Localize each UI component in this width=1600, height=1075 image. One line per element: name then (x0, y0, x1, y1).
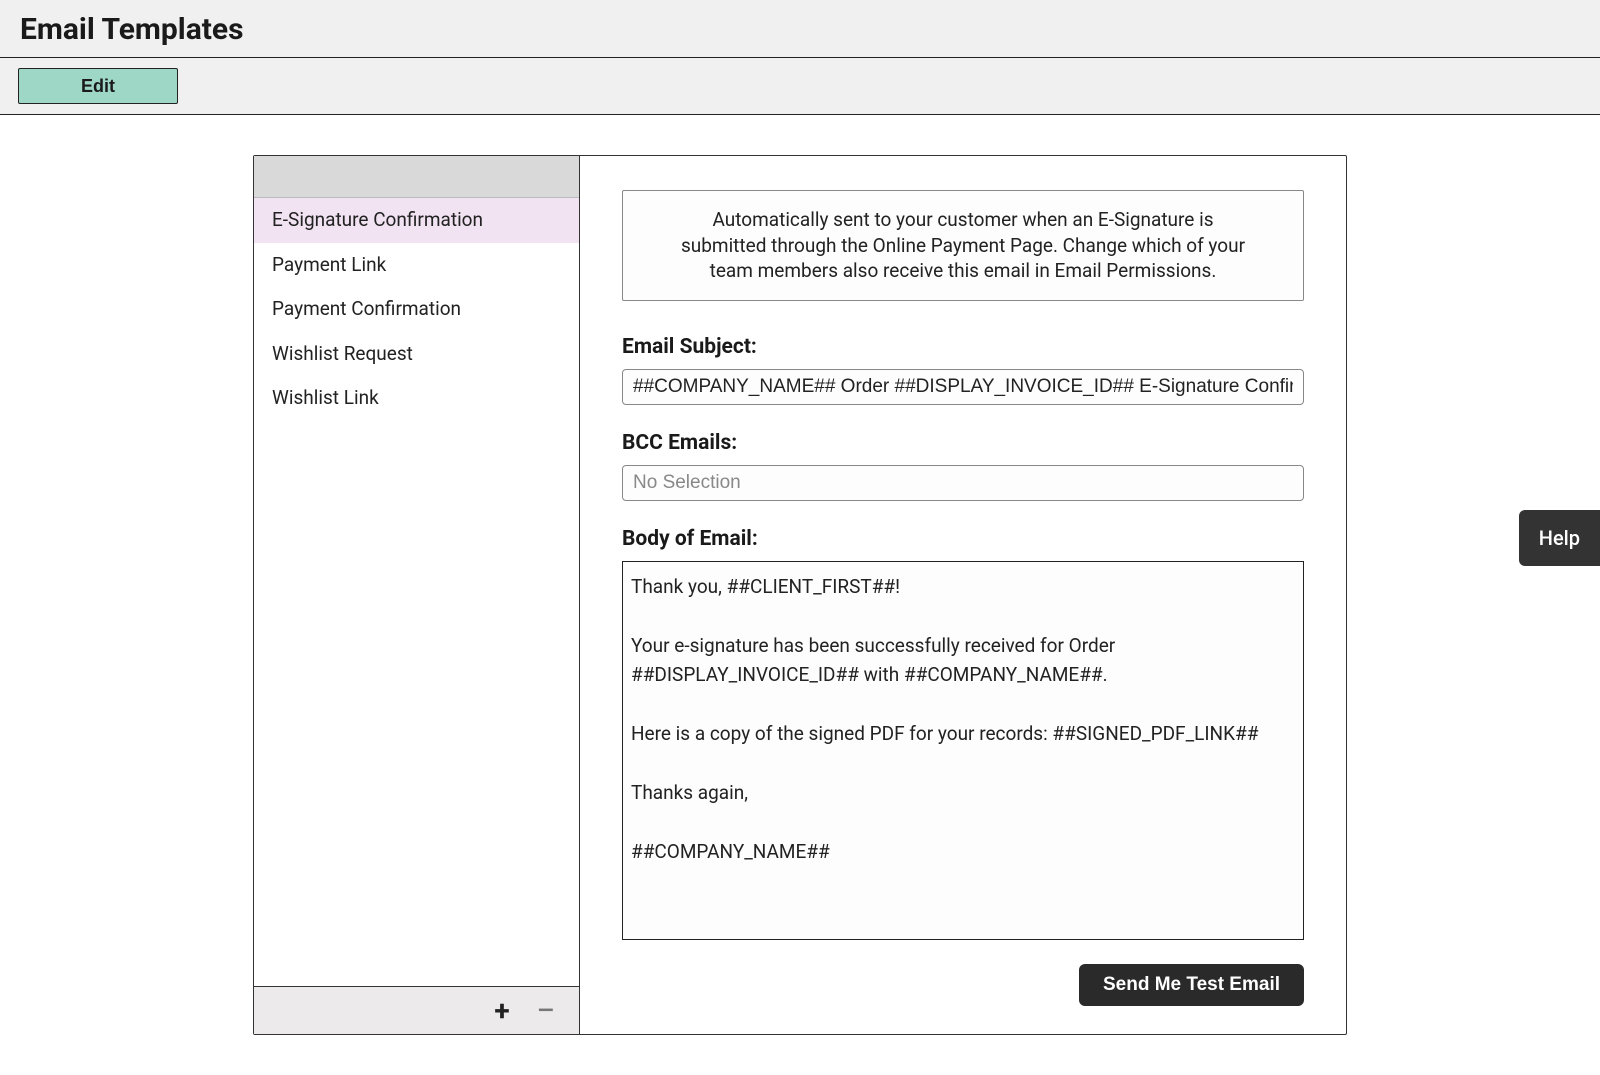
actions-row: Send Me Test Email (622, 964, 1304, 1006)
sidebar-item-0[interactable]: E-Signature Confirmation (254, 198, 579, 243)
sidebar-header-strip (254, 156, 579, 198)
bcc-label: BCC Emails: (622, 431, 1304, 455)
sidebar-item-3[interactable]: Wishlist Request (254, 332, 579, 377)
body-input[interactable] (622, 561, 1304, 940)
edit-button[interactable]: Edit (18, 68, 178, 104)
header: Email Templates (0, 0, 1600, 58)
sidebar-item-2[interactable]: Payment Confirmation (254, 287, 579, 332)
subject-input[interactable] (622, 369, 1304, 405)
sidebar-list: E-Signature ConfirmationPayment LinkPaym… (254, 198, 579, 986)
bcc-input[interactable] (622, 465, 1304, 501)
sidebar-item-4[interactable]: Wishlist Link (254, 376, 579, 421)
main: E-Signature ConfirmationPayment LinkPaym… (0, 115, 1600, 1075)
sidebar: E-Signature ConfirmationPayment LinkPaym… (254, 156, 580, 1034)
plus-icon[interactable]: + (489, 997, 515, 1025)
minus-icon[interactable]: − (533, 994, 559, 1028)
template-description: Automatically sent to your customer when… (622, 190, 1304, 301)
panel: E-Signature ConfirmationPayment LinkPaym… (253, 155, 1347, 1035)
content: Automatically sent to your customer when… (580, 156, 1346, 1034)
sidebar-item-1[interactable]: Payment Link (254, 243, 579, 288)
sidebar-footer: + − (254, 986, 579, 1034)
subject-label: Email Subject: (622, 335, 1304, 359)
toolbar: Edit (0, 58, 1600, 115)
body-label: Body of Email: (622, 527, 1304, 551)
help-tab[interactable]: Help (1519, 510, 1600, 566)
send-test-button[interactable]: Send Me Test Email (1079, 964, 1304, 1006)
page-title: Email Templates (20, 12, 1580, 47)
